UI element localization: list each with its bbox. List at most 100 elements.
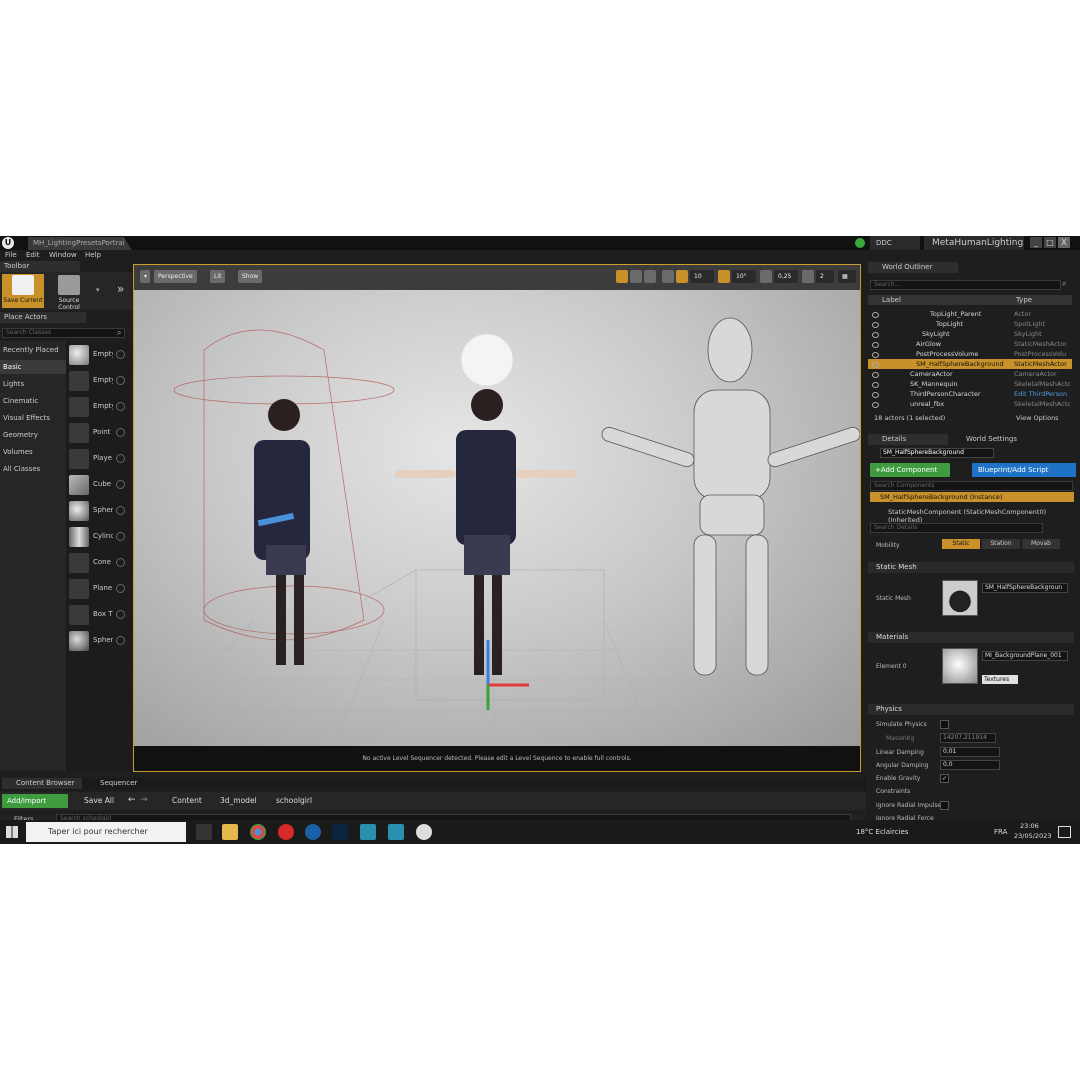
world-settings-tab[interactable]: World Settings	[952, 434, 1042, 445]
mobility-movable-button[interactable]: Movab	[1022, 539, 1060, 549]
view-options-button[interactable]: View Options	[1016, 414, 1059, 422]
taskbar-search-input[interactable]: Taper ici pour rechercher	[26, 822, 186, 842]
visibility-eye-icon[interactable]	[872, 342, 879, 348]
search-classes-input[interactable]: Search Classes	[2, 328, 125, 338]
actor-item[interactable]: Point	[66, 421, 132, 445]
breadcrumb-content[interactable]: Content	[172, 796, 202, 805]
lit-button[interactable]: Lit	[210, 270, 226, 283]
enable-gravity-checkbox[interactable]: ✓	[940, 774, 949, 783]
material-thumbnail[interactable]	[942, 648, 978, 684]
mobility-static-button[interactable]: Static	[942, 539, 980, 549]
viewport-scene[interactable]	[133, 290, 861, 747]
outliner-search-input[interactable]: Search...	[870, 280, 1061, 290]
category-visual-effects[interactable]: Visual Effects	[0, 411, 66, 425]
level-tab[interactable]: MH_LightingPresetsPortrai	[28, 237, 132, 250]
actor-item[interactable]: Cylinc	[66, 525, 132, 549]
static-mesh-thumbnail[interactable]	[942, 580, 978, 616]
rotation-snap-icon[interactable]	[718, 270, 730, 283]
expand-toolbar-icon[interactable]: »	[117, 282, 124, 296]
weather-widget[interactable]: 18°C Eclaircies	[856, 824, 908, 840]
metahuman-icon[interactable]	[360, 824, 376, 840]
outliner-row[interactable]: CameraActor CameraActor	[868, 369, 1072, 379]
breadcrumb-3d-model[interactable]: 3d_model	[220, 796, 257, 805]
outliner-row-selected[interactable]: SM_HalfSphereBackground StaticMeshActor	[868, 359, 1072, 369]
type-column-header[interactable]: Type	[1016, 295, 1032, 305]
mobility-stationary-button[interactable]: Station	[982, 539, 1020, 549]
category-all-classes[interactable]: All Classes	[0, 462, 66, 476]
translate-tool-icon[interactable]	[616, 270, 628, 283]
viewport-options-button[interactable]: ▾	[140, 270, 150, 283]
scale-snap-icon[interactable]	[760, 270, 772, 283]
visibility-eye-icon[interactable]	[872, 392, 879, 398]
photoshop-icon[interactable]	[332, 824, 348, 840]
perspective-button[interactable]: Perspective	[154, 270, 197, 283]
visibility-eye-icon[interactable]	[872, 372, 879, 378]
scale-tool-icon[interactable]	[644, 270, 656, 283]
help-icon[interactable]	[116, 610, 125, 619]
visibility-eye-icon[interactable]	[872, 362, 879, 368]
opera-icon[interactable]	[278, 824, 294, 840]
textures-dropdown[interactable]: Textures	[982, 675, 1018, 684]
actor-item[interactable]: Spher	[66, 629, 132, 653]
help-icon[interactable]	[116, 350, 125, 359]
help-icon[interactable]	[116, 558, 125, 567]
object-name-field[interactable]: SM_HalfSphereBackground	[880, 448, 994, 458]
static-mesh-picker[interactable]: SM_HalfSphereBackgroun	[982, 583, 1068, 593]
category-geometry[interactable]: Geometry	[0, 428, 66, 442]
save-all-button[interactable]: Save All	[84, 796, 114, 805]
menu-window[interactable]: Window	[49, 251, 77, 259]
material-picker[interactable]: MI_BackgroundPlane_001	[982, 651, 1068, 661]
scale-snap-value[interactable]: 0,25	[774, 270, 798, 283]
actor-item[interactable]: Plane	[66, 577, 132, 601]
help-icon[interactable]	[116, 584, 125, 593]
clock-date[interactable]: 23/05/2023	[1014, 831, 1051, 841]
place-actors-tab[interactable]: Place Actors	[0, 312, 86, 323]
world-local-icon[interactable]	[662, 270, 674, 283]
visibility-eye-icon[interactable]	[872, 322, 879, 328]
app-c-icon[interactable]	[305, 824, 321, 840]
breadcrumb-schoolgirl[interactable]: schoolgirl	[276, 796, 312, 805]
rotation-snap-value[interactable]: 10°	[732, 270, 756, 283]
visibility-eye-icon[interactable]	[872, 382, 879, 388]
actor-item[interactable]: Empty	[66, 369, 132, 393]
search-details-input[interactable]: Search Details	[870, 523, 1043, 533]
unreal-engine-icon[interactable]	[416, 824, 432, 840]
notifications-icon[interactable]	[1058, 826, 1071, 838]
close-button[interactable]: X	[1058, 237, 1070, 248]
actor-item[interactable]: Cube	[66, 473, 132, 497]
help-icon[interactable]	[116, 428, 125, 437]
actor-item[interactable]: Spher	[66, 499, 132, 523]
source-control-button[interactable]: Source Control	[48, 274, 90, 311]
clock-time[interactable]: 23:06	[1020, 821, 1039, 831]
outliner-row[interactable]: TopLight_Parent Actor	[868, 309, 1072, 319]
category-volumes[interactable]: Volumes	[0, 445, 66, 459]
simulate-physics-checkbox[interactable]	[940, 720, 949, 729]
show-button[interactable]: Show	[238, 270, 263, 283]
physics-section[interactable]: Physics	[868, 704, 1074, 715]
rotate-tool-icon[interactable]	[630, 270, 642, 283]
constraints-label[interactable]: Constraints	[876, 788, 910, 795]
help-icon[interactable]	[116, 532, 125, 541]
viewport-layout-icon[interactable]: ▦	[838, 270, 856, 283]
toolbar-tab[interactable]: Toolbar	[0, 261, 80, 272]
chrome-icon[interactable]	[250, 824, 266, 840]
mass-field[interactable]: 14207,211914	[940, 733, 996, 743]
forward-arrow-icon[interactable]: →	[140, 795, 148, 805]
outliner-row[interactable]: ThirdPersonCharacter Edit ThirdPerson	[868, 389, 1072, 399]
camera-speed-value[interactable]: 2	[816, 270, 834, 283]
source-control-dropdown-icon[interactable]: ▾	[96, 286, 100, 294]
category-lights[interactable]: Lights	[0, 377, 66, 391]
save-current-button[interactable]: Save Current	[2, 274, 44, 308]
actor-item[interactable]: Playe	[66, 447, 132, 471]
actor-item[interactable]: Empty	[66, 395, 132, 419]
actor-item[interactable]: Box T	[66, 603, 132, 627]
back-arrow-icon[interactable]: ←	[128, 795, 136, 805]
file-explorer-icon[interactable]	[222, 824, 238, 840]
component-inherited-row[interactable]: StaticMeshComponent (StaticMeshComponent…	[888, 508, 1080, 524]
outliner-row[interactable]: SkyLight SkyLight	[868, 329, 1072, 339]
world-outliner-tab[interactable]: World Outliner	[868, 262, 958, 273]
add-import-button[interactable]: Add/Import	[2, 794, 68, 808]
visibility-eye-icon[interactable]	[872, 312, 879, 318]
materials-section[interactable]: Materials	[868, 632, 1074, 643]
category-cinematic[interactable]: Cinematic	[0, 394, 66, 408]
